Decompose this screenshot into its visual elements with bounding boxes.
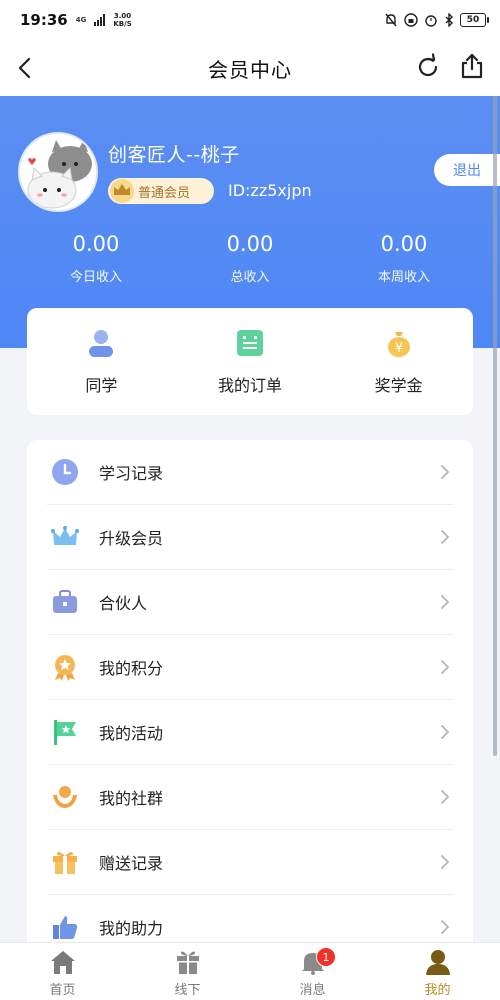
menu-item-label: 赠送记录 bbox=[99, 854, 164, 873]
classmate-icon bbox=[89, 329, 114, 357]
menu-item-label: 我的社群 bbox=[99, 789, 164, 808]
menu-item-label: 合伙人 bbox=[99, 594, 148, 613]
user-icon bbox=[425, 950, 450, 975]
menu-item-study-record[interactable]: 学习记录 bbox=[47, 440, 453, 505]
money-bag-icon: ¥ bbox=[387, 331, 410, 357]
chevron-right-icon bbox=[441, 595, 449, 609]
order-icon bbox=[236, 329, 263, 356]
tab-offline[interactable]: 线下 bbox=[125, 943, 250, 1000]
unread-badge: 1 bbox=[316, 947, 336, 967]
gift-icon bbox=[53, 852, 77, 874]
mute-bell-icon bbox=[385, 13, 397, 27]
net-speed: 3.00 KB/S bbox=[113, 12, 131, 28]
bluetooth-icon bbox=[445, 13, 453, 27]
bottom-tab-bar: 首页 线下 1 消息 我的 bbox=[0, 942, 500, 1000]
quick-action-label: 奖学金 bbox=[374, 375, 423, 395]
income-label: 今日收入 bbox=[69, 270, 122, 285]
chevron-right-icon bbox=[441, 725, 449, 739]
income-value: 0.00 bbox=[380, 232, 428, 256]
scrollbar[interactable] bbox=[493, 96, 497, 756]
signal-icon bbox=[94, 14, 106, 26]
network-type: 4G bbox=[75, 16, 87, 24]
tab-home[interactable]: 首页 bbox=[0, 943, 125, 1000]
menu-item-label: 我的积分 bbox=[99, 659, 164, 678]
user-id: ID:zz5xjpn bbox=[228, 181, 312, 200]
menu-item-upgrade-member[interactable]: 升级会员 bbox=[47, 505, 453, 570]
quick-actions-card: 同学 我的订单 ¥ 奖学金 bbox=[27, 308, 473, 415]
income-total[interactable]: 0.00 总收入 bbox=[180, 232, 320, 285]
quick-action-classmates[interactable]: 同学 bbox=[31, 328, 171, 396]
chevron-right-icon bbox=[441, 790, 449, 804]
gift-box-icon bbox=[176, 951, 199, 974]
tab-label: 我的 bbox=[424, 983, 451, 998]
status-bar: 19:36 4G 3.00 KB/S 50 bbox=[0, 0, 500, 40]
income-today[interactable]: 0.00 今日收入 bbox=[26, 232, 166, 285]
briefcase-icon bbox=[53, 590, 77, 613]
quick-action-label: 我的订单 bbox=[217, 375, 282, 395]
menu-item-activities[interactable]: 我的活动 bbox=[47, 700, 453, 765]
svg-text:¥: ¥ bbox=[395, 341, 403, 356]
status-time: 19:36 bbox=[20, 11, 68, 29]
net-speed-value: 3.00 bbox=[113, 12, 132, 20]
income-label: 总收入 bbox=[230, 270, 270, 285]
thumbs-up-icon bbox=[53, 916, 78, 939]
income-label: 本周收入 bbox=[377, 270, 430, 285]
member-level-badge[interactable]: 普通会员 bbox=[108, 178, 214, 204]
income-value: 0.00 bbox=[226, 232, 274, 256]
refresh-icon[interactable] bbox=[414, 53, 442, 81]
tab-messages[interactable]: 1 消息 bbox=[250, 943, 375, 1000]
quick-action-scholarship[interactable]: ¥ 奖学金 bbox=[329, 328, 469, 396]
share-icon[interactable] bbox=[458, 52, 486, 80]
quick-action-label: 同学 bbox=[85, 375, 118, 395]
avatar[interactable] bbox=[18, 132, 98, 212]
clock-icon bbox=[52, 459, 78, 485]
home-icon bbox=[50, 951, 75, 974]
tab-mine[interactable]: 我的 bbox=[375, 943, 500, 1000]
chevron-right-icon bbox=[441, 530, 449, 544]
quick-action-orders[interactable]: 我的订单 bbox=[180, 328, 320, 396]
menu-item-label: 学习记录 bbox=[99, 464, 164, 483]
tab-label: 消息 bbox=[299, 983, 326, 998]
lock-rotation-icon bbox=[404, 13, 418, 27]
crown-icon bbox=[110, 179, 134, 203]
back-icon[interactable] bbox=[12, 54, 40, 82]
chevron-right-icon bbox=[441, 660, 449, 674]
chevron-right-icon bbox=[441, 465, 449, 479]
flag-icon bbox=[54, 720, 76, 745]
menu-item-label: 我的活动 bbox=[99, 724, 164, 743]
tab-label: 首页 bbox=[49, 983, 76, 998]
page-title: 会员中心 bbox=[208, 57, 292, 82]
menu-item-gift-record[interactable]: 赠送记录 bbox=[47, 830, 453, 895]
member-level-label: 普通会员 bbox=[138, 185, 191, 201]
income-value: 0.00 bbox=[72, 232, 120, 256]
crown-icon bbox=[51, 526, 79, 545]
chevron-right-icon bbox=[441, 855, 449, 869]
menu-item-points[interactable]: 我的积分 bbox=[47, 635, 453, 700]
logout-button[interactable]: 退出 bbox=[434, 154, 500, 186]
menu-list: 学习记录 升级会员 合伙人 我的积分 我的活动 我的社群 赠送记录 我的助力 bbox=[27, 440, 473, 960]
battery-icon: 50 bbox=[460, 13, 489, 27]
menu-item-label: 升级会员 bbox=[99, 529, 164, 548]
menu-item-partner[interactable]: 合伙人 bbox=[47, 570, 453, 635]
net-speed-unit: KB/S bbox=[113, 20, 132, 28]
nav-bar: 会员中心 bbox=[0, 40, 500, 96]
user-name: 创客匠人--桃子 bbox=[108, 144, 240, 166]
menu-item-label: 我的助力 bbox=[99, 919, 164, 938]
alarm-icon bbox=[425, 15, 437, 27]
menu-item-community[interactable]: 我的社群 bbox=[47, 765, 453, 830]
tab-label: 线下 bbox=[174, 983, 201, 998]
medal-icon bbox=[55, 655, 75, 681]
chevron-right-icon bbox=[441, 920, 449, 934]
income-week[interactable]: 0.00 本周收入 bbox=[334, 232, 474, 285]
community-icon bbox=[53, 786, 77, 808]
